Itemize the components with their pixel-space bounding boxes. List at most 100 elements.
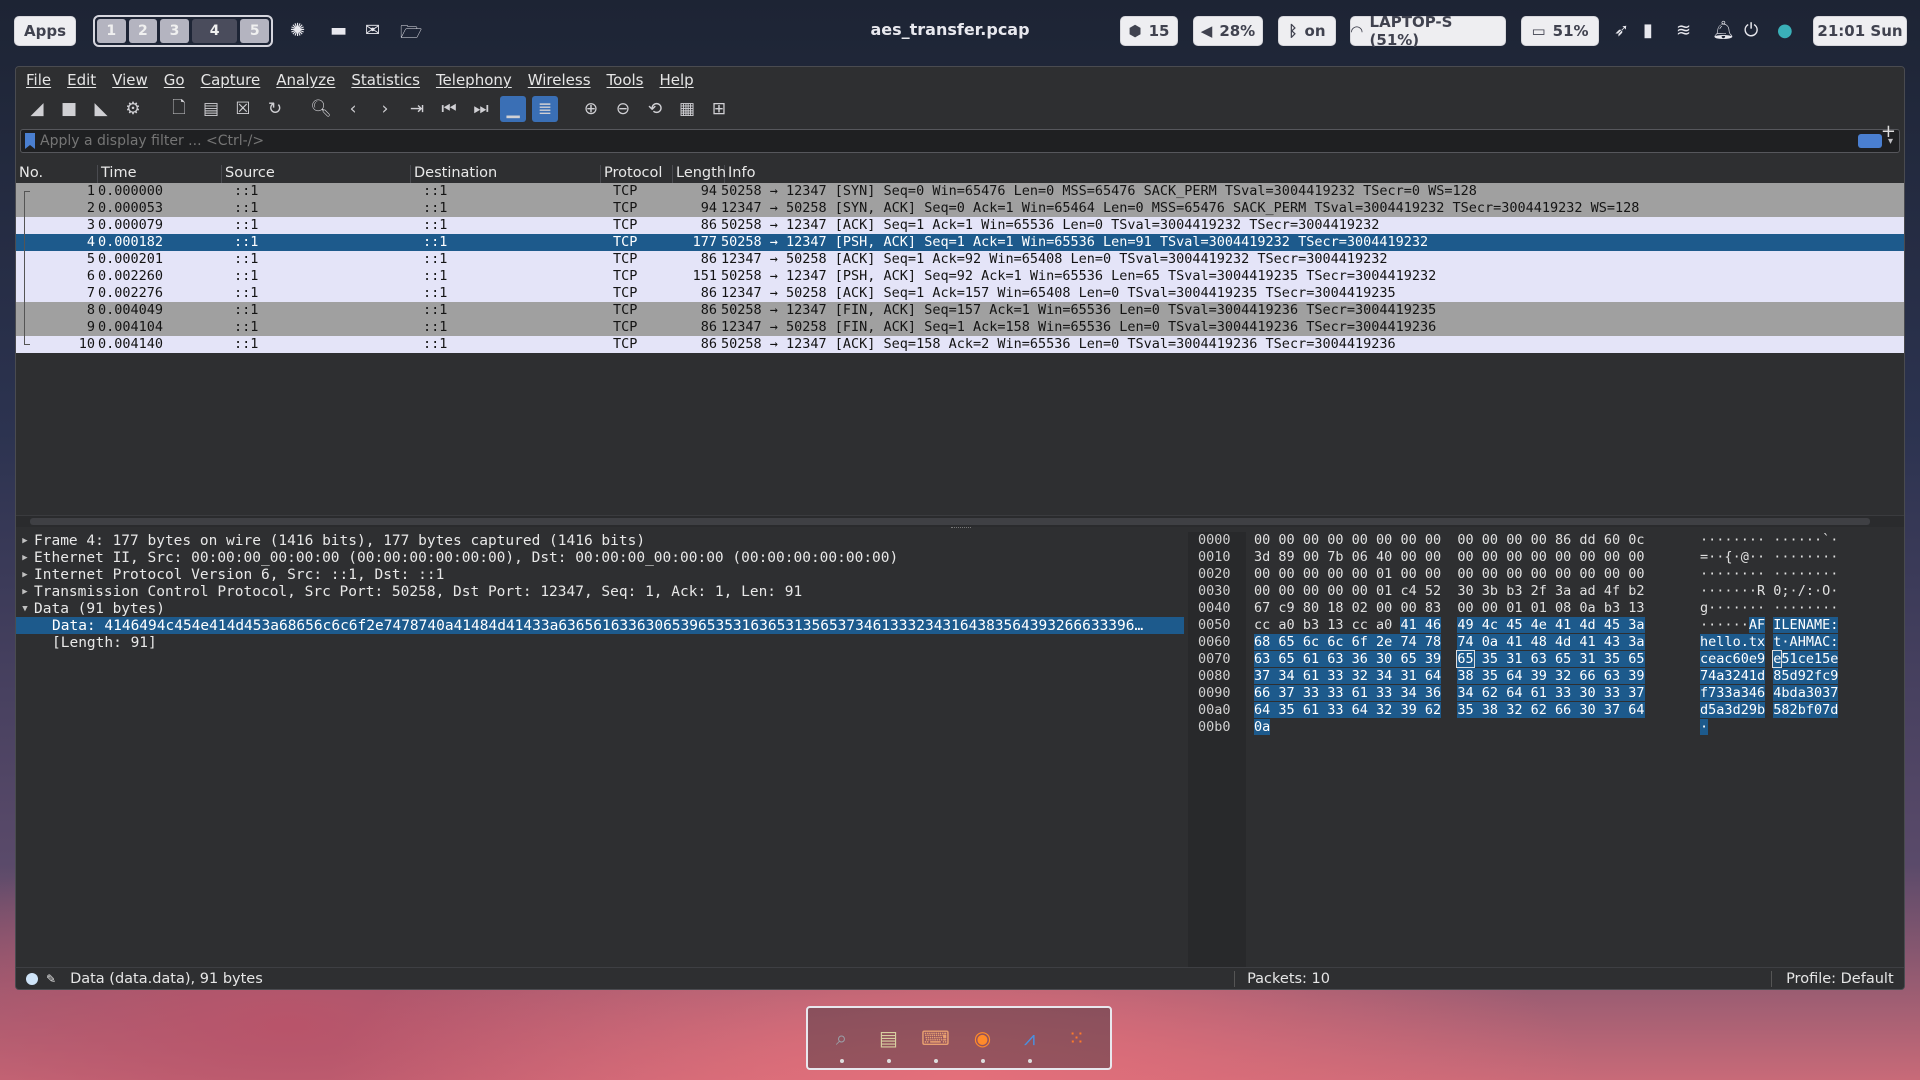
menu-capture[interactable]: Capture	[201, 71, 261, 89]
byte-hex-value[interactable]: 31	[1400, 668, 1417, 684]
folder-icon[interactable]: 🗁	[400, 20, 422, 50]
menu-help[interactable]: Help	[659, 71, 693, 89]
packet-row[interactable]: 7 0.002276::1::1 TCP 86 12347 → 50258 [ACK] …	[16, 285, 1904, 302]
byte-hex-line[interactable]: 00 00 00 00 00 00 00 00 00 00 00 00 86 d…	[1246, 532, 1686, 549]
byte-hex-value[interactable]: 86	[1555, 532, 1571, 548]
byte-hex-value[interactable]: 3a	[1555, 583, 1571, 599]
packet-row[interactable]: 9 0.004104::1::1 TCP 86 12347 → 50258 [FIN, …	[16, 319, 1904, 336]
bars-icon[interactable]: ▮	[1643, 20, 1653, 41]
byte-hex-value[interactable]: 00	[1352, 532, 1368, 548]
wifi-indicator[interactable]: ◠ LAPTOP-S (51%)	[1350, 13, 1506, 49]
byte-hex-value[interactable]: 0a	[1481, 634, 1499, 650]
byte-hex-value[interactable]: 3a	[1628, 617, 1645, 633]
chatgpt-icon[interactable]: ✺	[290, 20, 305, 41]
byte-hex-value[interactable]: 80	[1303, 600, 1319, 616]
byte-hex-line[interactable]: 00 00 00 00 00 01 00 00 00 00 00 00 00 0…	[1246, 566, 1686, 583]
byte-hex-value[interactable]: 32	[1555, 668, 1572, 684]
byte-hex-value[interactable]: 00	[1482, 566, 1498, 582]
byte-hex-value[interactable]: 83	[1425, 600, 1441, 616]
byte-hex-value[interactable]: 33	[1376, 685, 1393, 701]
byte-hex-value[interactable]: 65	[1278, 634, 1295, 650]
byte-hex-value[interactable]: 2e	[1376, 634, 1393, 650]
packet-row[interactable]: 3 0.000079::1::1 TCP 86 50258 → 12347 [ACK] …	[16, 217, 1904, 234]
byte-hex-value[interactable]: 37	[1603, 702, 1621, 718]
expand-icon[interactable]: ▶	[16, 570, 34, 580]
byte-hex-value[interactable]: 35	[1481, 651, 1499, 667]
clock[interactable]: 21:01 Sun	[1813, 16, 1907, 46]
byte-hex-value[interactable]: 43	[1603, 634, 1621, 650]
byte-hex-value[interactable]: 13	[1327, 617, 1343, 633]
byte-hex-value[interactable]: 08	[1555, 600, 1571, 616]
byte-hex-value[interactable]: 74	[1400, 634, 1417, 650]
tree-tcp[interactable]: ▶ Transmission Control Protocol, Src Port…	[16, 583, 1184, 600]
byte-hex-value[interactable]: 7b	[1327, 549, 1343, 565]
byte-hex-value[interactable]: 00	[1278, 583, 1294, 599]
byte-hex-value[interactable]: 35	[1481, 668, 1499, 684]
menu-file[interactable]: File	[26, 71, 51, 89]
byte-hex-value[interactable]: 00	[1457, 549, 1473, 565]
byte-hex-value[interactable]: 62	[1530, 702, 1547, 718]
byte-ascii-line[interactable]: d5a3d29b 582bf07d	[1700, 702, 1904, 719]
byte-hex-value[interactable]: 61	[1530, 685, 1547, 701]
byte-hex-value[interactable]: 00	[1254, 566, 1270, 582]
byte-hex-value[interactable]: 01	[1376, 566, 1392, 582]
save-file-icon[interactable]: ▤	[198, 96, 224, 122]
byte-hex-value[interactable]: 37	[1628, 685, 1645, 701]
byte-hex-value[interactable]: 65	[1628, 651, 1645, 667]
byte-hex-value[interactable]: 38	[1481, 702, 1499, 718]
byte-hex-value[interactable]: 40	[1376, 549, 1392, 565]
byte-hex-value[interactable]: 00	[1457, 532, 1473, 548]
column-destination[interactable]: Destination	[411, 165, 601, 183]
byte-hex-value[interactable]: 39	[1628, 668, 1645, 684]
byte-hex-value[interactable]: 33	[1302, 685, 1320, 701]
start-capture-icon[interactable]: ◢	[24, 96, 50, 122]
byte-hex-value[interactable]: 00	[1506, 549, 1522, 565]
byte-hex-value[interactable]: 00	[1327, 583, 1343, 599]
apps-button[interactable]: Apps	[14, 16, 76, 46]
packet-row[interactable]: 8 0.004049::1::1 TCP 86 50258 → 12347 [FIN, …	[16, 302, 1904, 319]
byte-hex-value[interactable]: 30	[1376, 651, 1393, 667]
byte-hex-value[interactable]: cc	[1254, 617, 1270, 633]
byte-hex-value[interactable]: 3d	[1254, 549, 1270, 565]
byte-ascii-line[interactable]: ········ ········	[1700, 566, 1904, 583]
packet-row[interactable]: 2 0.000053::1::1 TCP 94 12347 → 50258 [SYN, …	[16, 200, 1904, 217]
byte-hex-value[interactable]: 33	[1327, 702, 1344, 718]
menu-go[interactable]: Go	[164, 71, 185, 89]
workspace-2[interactable]: 2	[128, 19, 158, 43]
byte-hex-value[interactable]: 46	[1424, 617, 1442, 633]
byte-ascii-line[interactable]: hello.tx t·AHMAC:	[1700, 634, 1904, 651]
byte-ascii-line[interactable]: f733a346 4bda3037	[1700, 685, 1904, 702]
byte-hex-value[interactable]: c4	[1400, 583, 1416, 599]
byte-hex-value[interactable]: 4f	[1604, 583, 1620, 599]
firefox-app-icon[interactable]: ◉	[966, 1021, 1000, 1063]
byte-hex-value[interactable]: 34	[1400, 685, 1417, 701]
byte-ascii-line[interactable]: 74a3241d 85d92fc9	[1700, 668, 1904, 685]
byte-hex-value[interactable]: 66	[1254, 685, 1271, 701]
byte-hex-value[interactable]: 4d	[1555, 634, 1572, 650]
byte-hex-value[interactable]: 00	[1400, 566, 1416, 582]
byte-hex-value[interactable]: 61	[1302, 668, 1320, 684]
tree-data[interactable]: ▼ Data (91 bytes)	[16, 600, 1184, 617]
capture-options-icon[interactable]: ⚙	[120, 96, 146, 122]
tree-frame[interactable]: ▶ Frame 4: 177 bytes on wire (1416 bits),…	[16, 532, 1184, 549]
workspace-1[interactable]: 1	[97, 19, 126, 43]
byte-hex-line[interactable]: 63 65 61 63 36 30 65 39 65 35 31 63 65 3…	[1246, 650, 1686, 668]
byte-hex-value[interactable]: 6c	[1327, 634, 1344, 650]
byte-hex-value[interactable]: 64	[1506, 685, 1523, 701]
byte-hex-value[interactable]: 66	[1579, 668, 1596, 684]
reload-file-icon[interactable]: ↻	[262, 96, 288, 122]
menu-telephony[interactable]: Telephony	[436, 71, 512, 89]
close-file-icon[interactable]: ☒	[230, 96, 256, 122]
byte-hex-value[interactable]: 00	[1400, 532, 1416, 548]
byte-hex-value[interactable]: 00	[1604, 566, 1620, 582]
byte-hex-line[interactable]: 37 34 61 33 32 34 31 64 38 35 64 39 32 6…	[1246, 668, 1686, 685]
updates-indicator[interactable]: ⬢ 15	[1120, 16, 1178, 46]
user-avatar-icon[interactable]: ●	[1777, 20, 1793, 41]
byte-hex-value[interactable]: 01	[1531, 600, 1547, 616]
byte-hex-value[interactable]: 30	[1457, 583, 1473, 599]
menu-edit[interactable]: Edit	[67, 71, 96, 89]
byte-hex-value[interactable]: cc	[1352, 617, 1368, 633]
byte-hex-value[interactable]: 6f	[1351, 634, 1368, 650]
packet-list-scrollbar[interactable]	[16, 515, 1904, 527]
layout-icon[interactable]: ⊞	[706, 96, 732, 122]
